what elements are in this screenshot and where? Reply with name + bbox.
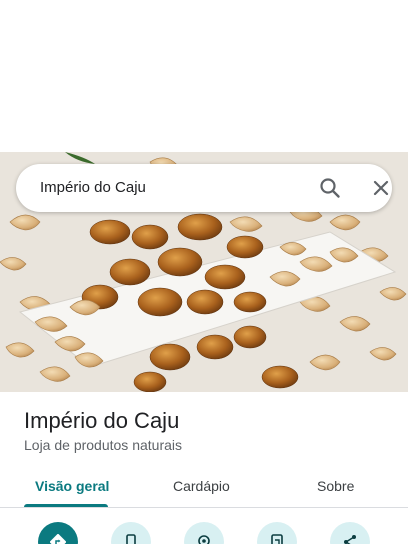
map-blank-area <box>0 0 408 152</box>
place-tabs: Visão geral Cardápio Sobre <box>0 466 408 508</box>
share-button[interactable] <box>330 522 370 544</box>
search-query-text[interactable]: Império do Caju <box>40 179 146 196</box>
close-icon[interactable] <box>369 176 393 200</box>
search-icon[interactable] <box>318 176 342 200</box>
share-icon <box>344 535 356 544</box>
place-category: Loja de produtos naturais <box>24 437 182 453</box>
place-title: Império do Caju <box>24 408 180 433</box>
action-buttons-row <box>0 518 408 544</box>
location-button[interactable] <box>184 522 224 544</box>
directions-icon <box>50 534 66 544</box>
active-tab-indicator <box>24 504 108 507</box>
call-button[interactable] <box>111 522 151 544</box>
location-pin-icon <box>198 535 210 544</box>
directions-button[interactable] <box>38 522 78 544</box>
send-to-phone-button[interactable] <box>257 522 297 544</box>
tab-menu[interactable]: Cardápio <box>173 478 230 494</box>
tab-about[interactable]: Sobre <box>317 478 354 494</box>
send-to-phone-icon <box>271 534 283 544</box>
tab-overview[interactable]: Visão geral <box>35 478 109 494</box>
phone-icon <box>126 534 136 544</box>
search-bar[interactable]: Império do Caju <box>16 164 392 212</box>
